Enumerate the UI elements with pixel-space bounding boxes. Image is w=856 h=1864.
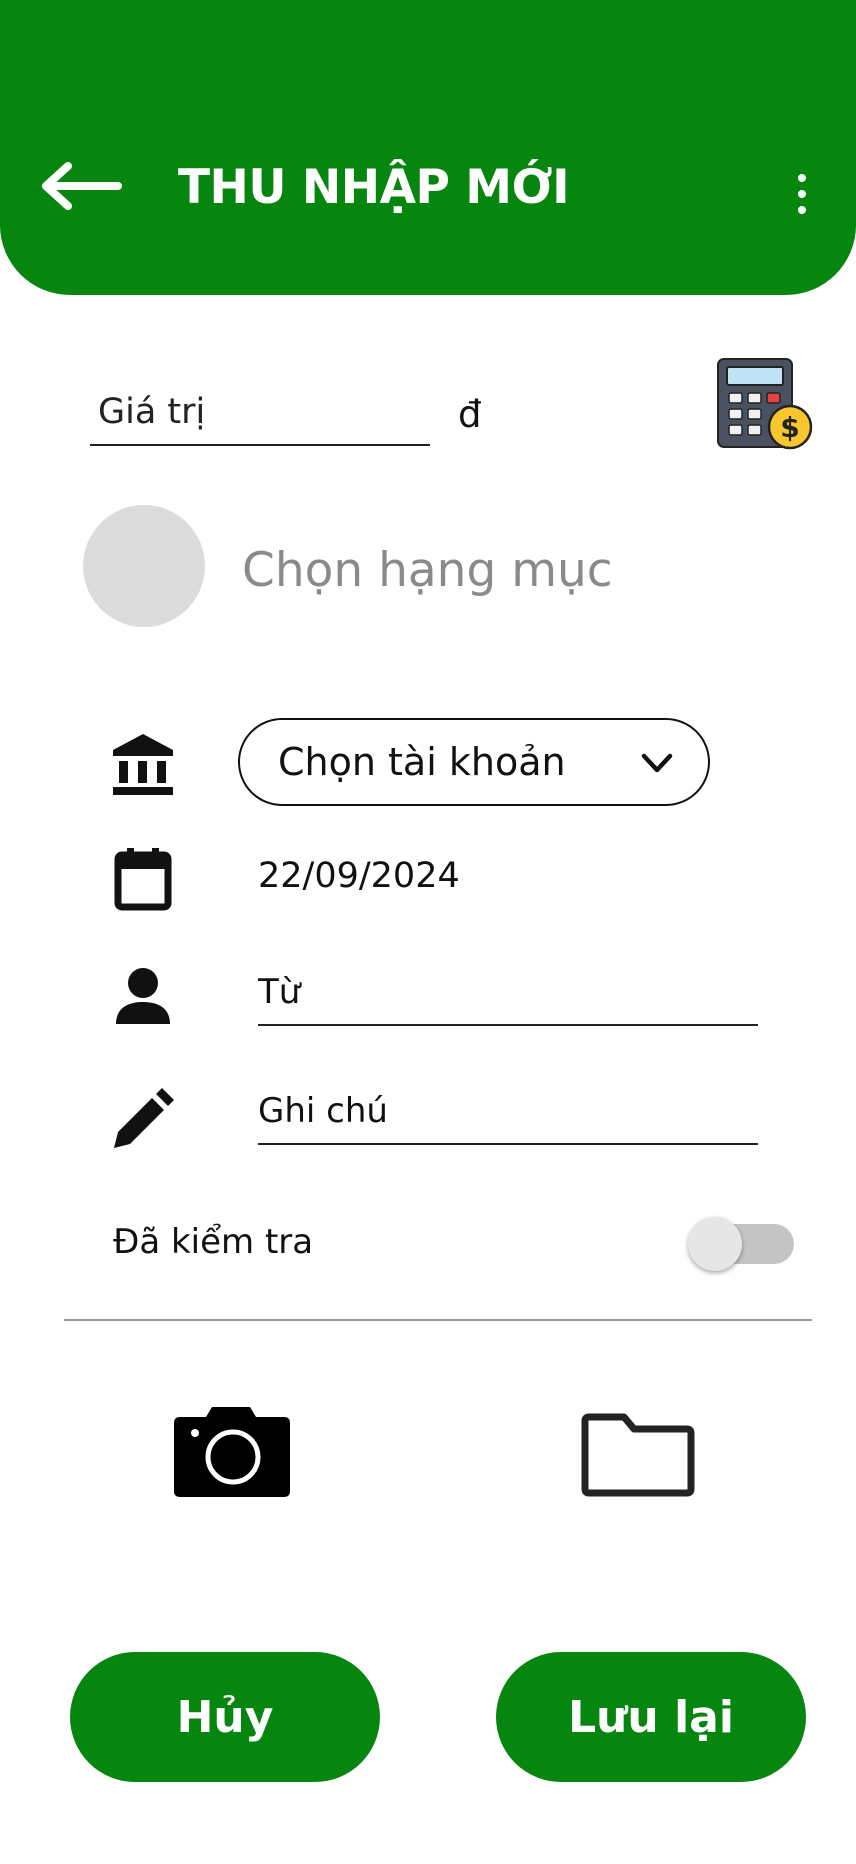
calculator-button[interactable]: $ (716, 357, 816, 451)
person-icon (110, 964, 176, 1030)
arrow-left-icon (42, 162, 122, 210)
back-button[interactable] (38, 160, 122, 212)
cancel-button[interactable]: Hủy (70, 1652, 380, 1782)
chevron-down-icon (641, 753, 673, 773)
camera-icon (174, 1407, 290, 1497)
more-options-button[interactable] (784, 168, 820, 220)
save-button[interactable]: Lưu lại (496, 1652, 806, 1782)
pencil-icon (110, 1086, 176, 1152)
svg-text:$: $ (780, 411, 799, 444)
currency-symbol: đ (458, 393, 482, 436)
folder-button[interactable] (580, 1413, 696, 1497)
date-picker-value[interactable]: 22/09/2024 (258, 856, 460, 896)
toggle-knob (688, 1217, 742, 1271)
folder-icon (581, 1413, 695, 1497)
checked-label: Đã kiểm tra (113, 1222, 314, 1262)
bank-icon (110, 732, 176, 798)
from-field[interactable] (258, 960, 758, 1026)
category-icon-placeholder[interactable] (83, 505, 205, 627)
checked-toggle[interactable] (688, 1214, 796, 1271)
category-select-label[interactable]: Chọn hạng mục (242, 543, 613, 598)
calculator-icon: $ (717, 358, 813, 450)
camera-button[interactable] (172, 1403, 292, 1499)
app-header: THU NHẬP MỚI (0, 0, 856, 295)
amount-input[interactable] (90, 380, 430, 446)
account-dropdown-label: Chọn tài khoản (278, 740, 566, 784)
page-title: THU NHẬP MỚI (178, 160, 570, 215)
section-divider (64, 1319, 812, 1321)
calendar-icon (110, 846, 176, 912)
account-dropdown[interactable]: Chọn tài khoản (238, 718, 710, 806)
note-field[interactable] (258, 1079, 758, 1145)
